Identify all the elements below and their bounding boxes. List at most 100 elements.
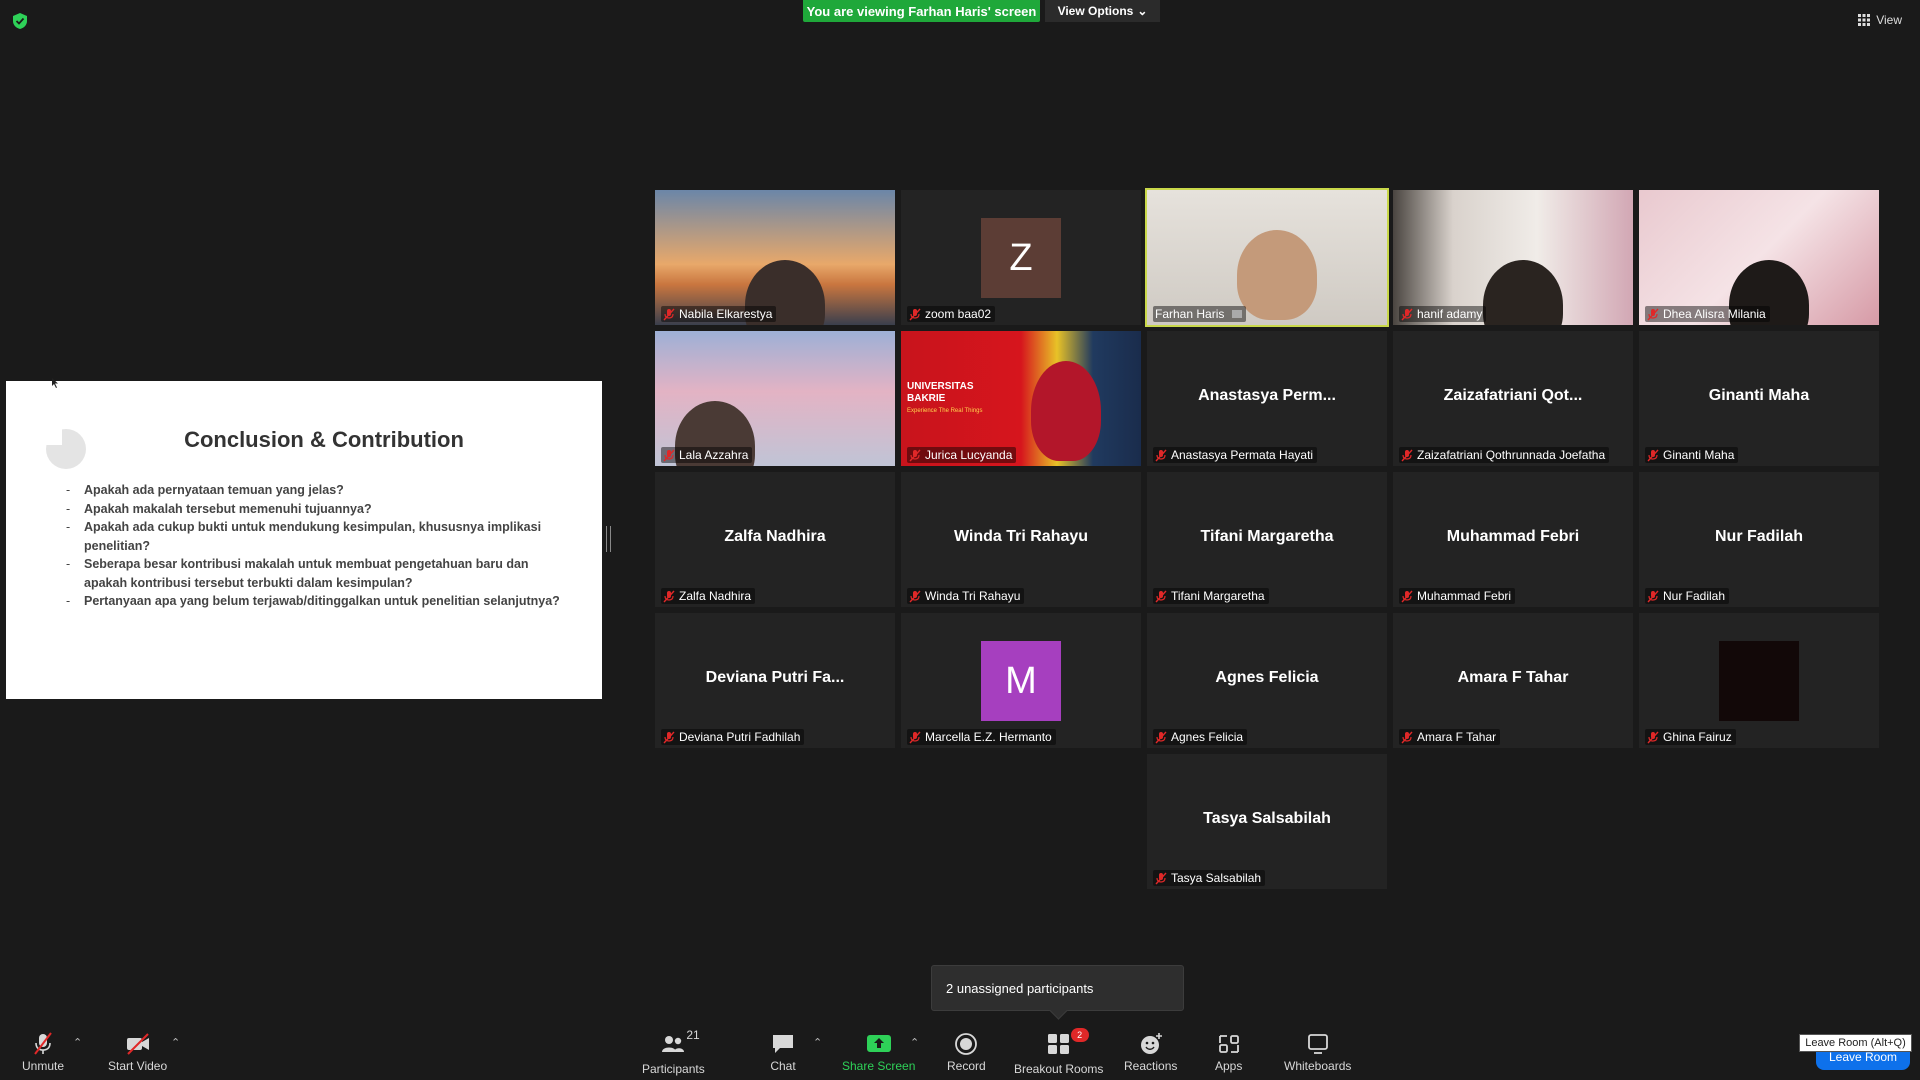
participant-tile[interactable]: Muhammad Febri Muhammad Febri bbox=[1393, 472, 1633, 607]
view-button[interactable]: View bbox=[1858, 10, 1902, 30]
view-options-button[interactable]: View Options ⌄ bbox=[1045, 0, 1160, 22]
slide-bullet: Apakah makalah tersebut memenuhi tujuann… bbox=[62, 500, 562, 519]
microphone-muted-icon bbox=[1647, 731, 1659, 743]
participant-name: Tifani Margaretha bbox=[1171, 589, 1265, 603]
participant-tile[interactable]: UNIVERSITAS BAKRIE Experience The Real Thi… bbox=[901, 331, 1141, 466]
slide-bullet: Seberapa besar kontribusi makalah untuk … bbox=[62, 555, 562, 592]
participant-name-label: Zalfa Nadhira bbox=[661, 588, 756, 604]
chat-options-caret-icon[interactable]: ⌃ bbox=[813, 1036, 822, 1049]
slide-bullet: Pertanyaan apa yang belum terjawab/ditin… bbox=[62, 592, 562, 611]
meeting-toolbar: Unmute ⌃ Start Video ⌃ 21 Participants C… bbox=[0, 1024, 1920, 1080]
slide-bullets: Apakah ada pernyataan temuan yang jelas?… bbox=[62, 481, 562, 611]
participants-button[interactable]: 21 Participants bbox=[642, 1028, 705, 1076]
share-screen-label: Share Screen bbox=[842, 1059, 916, 1073]
participant-name: Amara F Tahar bbox=[1417, 730, 1497, 744]
participant-tile[interactable]: Zaizafatriani Qot... Zaizafatriani Qothru… bbox=[1393, 331, 1633, 466]
microphone-muted-icon bbox=[1155, 872, 1167, 884]
split-view-handle[interactable] bbox=[606, 526, 611, 552]
participant-name: Lala Azzahra bbox=[679, 448, 749, 462]
participant-tile[interactable]: Winda Tri Rahayu Winda Tri Rahayu bbox=[901, 472, 1141, 607]
leave-room-label: Leave Room bbox=[1828, 1050, 1898, 1064]
shared-screen[interactable]: Conclusion & Contribution Apakah ada per… bbox=[6, 381, 602, 699]
whiteboards-button[interactable]: Whiteboards bbox=[1284, 1032, 1351, 1073]
participant-name-label: Amara F Tahar bbox=[1399, 729, 1501, 745]
apps-button[interactable]: Apps bbox=[1215, 1032, 1242, 1073]
reactions-button[interactable]: Reactions bbox=[1124, 1032, 1177, 1073]
start-video-button[interactable]: Start Video bbox=[108, 1032, 167, 1073]
security-shield-icon[interactable] bbox=[12, 12, 28, 30]
participant-tile[interactable]: Lala Azzahra bbox=[655, 331, 895, 466]
participant-tile[interactable]: Deviana Putri Fa... Deviana Putri Fadhila… bbox=[655, 613, 895, 748]
bakrie-line: UNIVERSITAS bbox=[907, 381, 974, 392]
start-video-label: Start Video bbox=[108, 1059, 168, 1073]
microphone-muted-icon bbox=[909, 731, 921, 743]
participant-silhouette bbox=[1031, 361, 1101, 461]
video-feed: UNIVERSITAS BAKRIE Experience The Real Thi… bbox=[901, 331, 1141, 466]
chevron-down-icon: ⌄ bbox=[1137, 4, 1148, 18]
participant-name-label: Marcella E.Z. Hermanto bbox=[907, 729, 1056, 745]
participant-display-name: Anastasya Perm... bbox=[1198, 387, 1336, 404]
participant-tile[interactable]: Tifani Margaretha Tifani Margaretha bbox=[1147, 472, 1387, 607]
chat-label: Chat bbox=[770, 1059, 796, 1073]
participant-tile[interactable]: Amara F Tahar Amara F Tahar bbox=[1393, 613, 1633, 748]
participant-name-label: Zaizafatriani Qothrunnada Joefatha bbox=[1399, 447, 1610, 463]
participants-count: 21 bbox=[686, 1028, 700, 1042]
video-feed bbox=[655, 190, 895, 325]
participant-name-label: Agnes Felicia bbox=[1153, 729, 1248, 745]
participant-tile[interactable]: Anastasya Perm... Anastasya Permata Hayat… bbox=[1147, 331, 1387, 466]
participant-tile[interactable]: Zzoom baa02 bbox=[901, 190, 1141, 325]
microphone-muted-icon bbox=[663, 731, 675, 743]
bakrie-tagline: Experience The Real Things bbox=[907, 408, 983, 414]
participant-display-name: Zalfa Nadhira bbox=[724, 528, 826, 545]
participant-name-label: Anastasya Permata Hayati bbox=[1153, 447, 1318, 463]
participant-tile[interactable]: Dhea Alisra Milania bbox=[1639, 190, 1879, 325]
participant-tile[interactable]: Ghina Fairuz bbox=[1639, 613, 1879, 748]
participant-avatar bbox=[1719, 641, 1799, 721]
audio-options-caret-icon[interactable]: ⌃ bbox=[73, 1036, 82, 1049]
share-screen-icon bbox=[866, 1035, 891, 1052]
participant-display-name: Deviana Putri Fa... bbox=[705, 669, 845, 686]
participant-tile[interactable]: hanif adamy bbox=[1393, 190, 1633, 325]
participant-tile[interactable]: Agnes Felicia Agnes Felicia bbox=[1147, 613, 1387, 748]
breakout-rooms-badge: 2 bbox=[1070, 1028, 1089, 1042]
microphone-muted-icon bbox=[1647, 590, 1659, 602]
share-options-caret-icon[interactable]: ⌃ bbox=[910, 1036, 919, 1049]
video-feed bbox=[1393, 190, 1633, 325]
microphone-muted-icon bbox=[1401, 590, 1413, 602]
microphone-muted-icon bbox=[1401, 731, 1413, 743]
video-options-caret-icon[interactable]: ⌃ bbox=[171, 1036, 180, 1049]
participant-name: Ghina Fairuz bbox=[1663, 730, 1732, 744]
participant-tile[interactable]: Ginanti Maha Ginanti Maha bbox=[1639, 331, 1879, 466]
video-off-icon bbox=[126, 1033, 149, 1055]
participant-tile[interactable]: Tasya Salsabilah Tasya Salsabilah bbox=[1147, 754, 1387, 889]
participant-tile[interactable]: Zalfa Nadhira Zalfa Nadhira bbox=[655, 472, 895, 607]
participant-name-label: Ginanti Maha bbox=[1645, 447, 1739, 463]
participant-name: Marcella E.Z. Hermanto bbox=[925, 730, 1052, 744]
chat-button[interactable]: Chat bbox=[770, 1032, 796, 1073]
participant-tile[interactable]: Farhan Haris bbox=[1145, 188, 1389, 327]
unmute-button[interactable]: Unmute bbox=[22, 1032, 64, 1073]
participant-display-name: Muhammad Febri bbox=[1446, 528, 1580, 545]
participant-display-name: Agnes Felicia bbox=[1215, 669, 1319, 686]
microphone-muted-icon bbox=[1647, 449, 1659, 461]
participant-name: Anastasya Permata Hayati bbox=[1171, 448, 1314, 462]
participant-name: Zaizafatriani Qothrunnada Joefatha bbox=[1417, 448, 1606, 462]
microphone-muted-icon bbox=[909, 308, 921, 320]
participant-tile[interactable]: Nur Fadilah Nur Fadilah bbox=[1639, 472, 1879, 607]
slide-title: Conclusion & Contribution bbox=[184, 427, 464, 452]
participant-tile[interactable]: M Marcella E.Z. Hermanto bbox=[901, 613, 1141, 748]
slide-bullet: Apakah ada pernyataan temuan yang jelas? bbox=[62, 481, 562, 500]
video-feed bbox=[655, 331, 895, 466]
participant-name: Muhammad Febri bbox=[1417, 589, 1512, 603]
participant-name: Zalfa Nadhira bbox=[679, 589, 752, 603]
participant-tile[interactable]: Nabila Elkarestya bbox=[655, 190, 895, 325]
apps-label: Apps bbox=[1215, 1059, 1243, 1073]
participant-display-name: Winda Tri Rahayu bbox=[953, 528, 1089, 545]
unmute-label: Unmute bbox=[22, 1059, 65, 1073]
participant-name: Tasya Salsabilah bbox=[1171, 871, 1262, 885]
breakout-rooms-button[interactable]: 2 Breakout Rooms bbox=[1014, 1028, 1103, 1076]
participant-name-label: Deviana Putri Fadhilah bbox=[661, 729, 805, 745]
share-screen-button[interactable]: Share Screen bbox=[842, 1032, 915, 1073]
record-button[interactable]: Record bbox=[947, 1032, 986, 1073]
unassigned-participants-popup[interactable]: 2 unassigned participants bbox=[931, 965, 1184, 1011]
